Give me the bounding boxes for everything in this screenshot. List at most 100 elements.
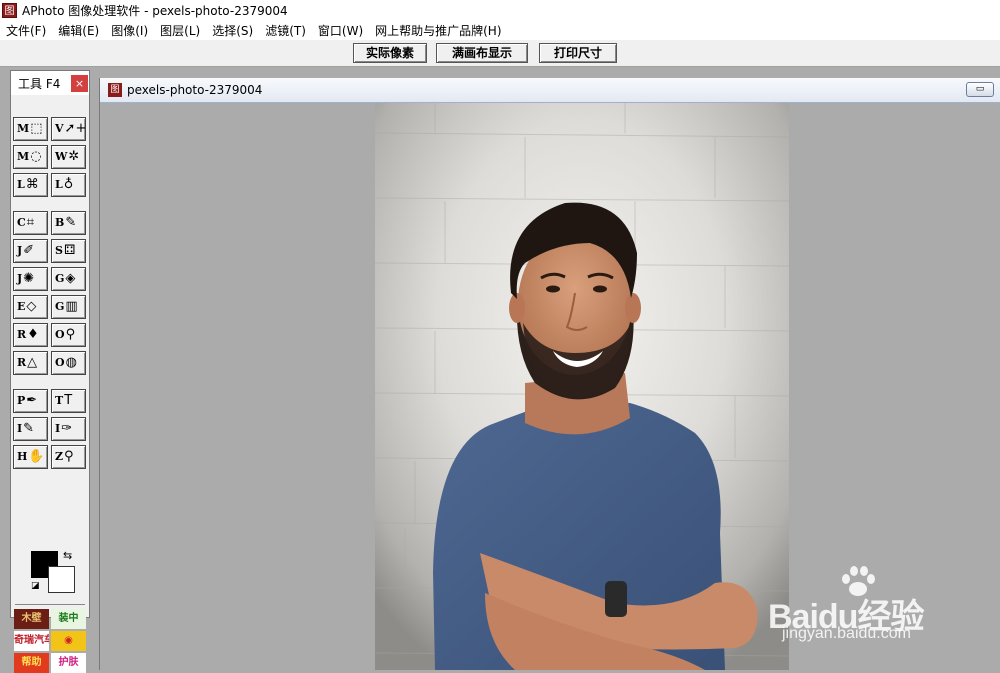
portrait-image	[375, 103, 789, 670]
tool-move[interactable]: V➚+	[51, 117, 86, 141]
tool-clone-stamp[interactable]: S⚃	[51, 239, 86, 263]
tool-shortcut-key: V	[55, 122, 64, 135]
dodge-icon: ⚲	[65, 327, 76, 342]
menu-edit[interactable]: 编辑(E)	[52, 22, 105, 39]
tool-shortcut-key: L	[17, 178, 25, 191]
tool-hand[interactable]: H✋	[13, 445, 48, 469]
tool-sponge[interactable]: O◍	[51, 351, 86, 375]
promo-link-2[interactable]: 奇瑞汽车	[14, 631, 49, 651]
background-color-swatch[interactable]	[48, 566, 75, 593]
tool-rect-marquee[interactable]: M⬚	[13, 117, 48, 141]
tool-poly-lasso[interactable]: L⌘	[13, 173, 48, 197]
tool-palette: 工具 F4 × M⬚ V➚+ M◌ W✲ L⌘ L♁ C⌗ B✎ J✐ S⚃ J✺ G◈ E◇ G▥ R♦ O…	[10, 70, 90, 673]
print-size-button[interactable]: 打印尺寸	[539, 43, 617, 63]
view-toolbar: 实际像素 满画布显示 打印尺寸	[0, 40, 1000, 67]
tool-shortcut-key: L	[55, 178, 63, 191]
hand-icon: ✋	[28, 449, 45, 464]
zoom-icon: ⚲	[64, 449, 74, 464]
tool-shortcut-key: B	[55, 216, 65, 229]
tool-shortcut-key: T	[55, 394, 64, 407]
eraser-icon: ◇	[26, 299, 37, 314]
watermark-url: jingyan.baidu.com	[782, 625, 911, 642]
spot-heal-icon: ✺	[23, 271, 35, 286]
tool-healing[interactable]: J✐	[13, 239, 48, 263]
ellipse-marquee-icon: ◌	[30, 149, 42, 164]
promo-link-5[interactable]: 护肤	[51, 653, 86, 673]
actual-pixels-button[interactable]: 实际像素	[353, 43, 427, 63]
document-title: pexels-photo-2379004	[127, 83, 263, 97]
menu-window[interactable]: 窗口(W)	[312, 22, 369, 39]
document-icon: 图	[108, 83, 122, 97]
promo-link-4[interactable]: 帮助	[14, 653, 49, 673]
clone-stamp-icon: ⚃	[63, 243, 76, 258]
default-colors-icon[interactable]: ◪	[31, 581, 40, 591]
lasso-icon: ♁	[63, 177, 74, 192]
menu-select[interactable]: 选择(S)	[206, 22, 259, 39]
fit-canvas-button[interactable]: 满画布显示	[436, 43, 528, 63]
eyedropper-icon: ✑	[61, 421, 73, 436]
close-icon[interactable]: ×	[71, 75, 88, 92]
tool-shortcut-key: C	[17, 216, 26, 229]
tool-shortcut-key: P	[17, 394, 26, 407]
tool-shortcut-key: G	[55, 272, 65, 285]
tool-shortcut-key: I	[17, 422, 23, 435]
tool-eyedropper[interactable]: I✑	[51, 417, 86, 441]
tool-gradient[interactable]: G▥	[51, 295, 86, 319]
gradient-icon: ▥	[65, 299, 78, 314]
tool-shortcut-key: Z	[55, 450, 64, 463]
sponge-icon: ◍	[65, 355, 77, 370]
pen-icon: ✒	[26, 393, 38, 408]
tool-sharpen[interactable]: R△	[13, 351, 48, 375]
swap-colors-icon[interactable]: ⇆	[63, 549, 72, 562]
menu-help[interactable]: 网上帮助与推广品牌(H)	[369, 22, 507, 39]
app-title: APhoto 图像处理软件 - pexels-photo-2379004	[22, 4, 288, 18]
promo-link-0[interactable]: 木壁	[14, 609, 49, 629]
tool-shortcut-key: H	[17, 450, 28, 463]
menu-filter[interactable]: 滤镜(T)	[259, 22, 312, 39]
promo-link-1[interactable]: 装中	[51, 609, 86, 629]
minimize-icon[interactable]: ▭	[966, 82, 994, 97]
tool-blur[interactable]: R♦	[13, 323, 48, 347]
tool-shortcut-key: J	[17, 272, 23, 285]
tool-brush[interactable]: B✎	[51, 211, 86, 235]
tool-measure[interactable]: I✎	[13, 417, 48, 441]
tool-shortcut-key: W	[55, 150, 68, 163]
menu-image[interactable]: 图像(I)	[105, 22, 154, 39]
tool-shortcut-key: J	[17, 244, 23, 257]
move-icon: ➚+	[64, 121, 86, 136]
tool-lasso[interactable]: L♁	[51, 173, 86, 197]
tool-paint-bucket[interactable]: G◈	[51, 267, 86, 291]
app-title-bar: 图 APhoto 图像处理软件 - pexels-photo-2379004	[0, 0, 1000, 21]
tool-spot-heal[interactable]: J✺	[13, 267, 48, 291]
tool-ellipse-marquee[interactable]: M◌	[13, 145, 48, 169]
document-title-bar[interactable]: 图 pexels-photo-2379004 ▭	[100, 78, 1000, 103]
measure-icon: ✎	[23, 421, 35, 436]
tool-magic-wand[interactable]: W✲	[51, 145, 86, 169]
tool-shortcut-key: O	[55, 356, 65, 369]
promo-link-3[interactable]: ◉	[51, 631, 86, 651]
tool-shortcut-key: G	[55, 300, 65, 313]
app-logo-icon: 图	[2, 3, 17, 18]
paint-bucket-icon: ◈	[65, 271, 76, 286]
tool-shortcut-key: M	[17, 150, 30, 163]
menu-file[interactable]: 文件(F)	[0, 22, 52, 39]
tool-shortcut-key: S	[55, 244, 63, 257]
menu-bar: 文件(F) 编辑(E) 图像(I) 图层(L) 选择(S) 滤镜(T) 窗口(W…	[0, 21, 1000, 41]
tool-palette-header[interactable]: 工具 F4 ×	[11, 71, 89, 95]
tool-eraser[interactable]: E◇	[13, 295, 48, 319]
tool-crop[interactable]: C⌗	[13, 211, 48, 235]
sharpen-icon: △	[27, 355, 38, 370]
poly-lasso-icon: ⌘	[25, 177, 39, 192]
tool-shortcut-key: R	[17, 328, 27, 341]
tool-zoom[interactable]: Z⚲	[51, 445, 86, 469]
brush-icon: ✎	[65, 215, 77, 230]
magic-wand-icon: ✲	[68, 149, 80, 164]
tool-shortcut-key: M	[17, 122, 30, 135]
tool-text[interactable]: TT	[51, 389, 86, 413]
tool-shortcut-key: E	[17, 300, 26, 313]
menu-layer[interactable]: 图层(L)	[154, 22, 206, 39]
tool-pen[interactable]: P✒	[13, 389, 48, 413]
crop-icon: ⌗	[26, 215, 35, 230]
tool-dodge[interactable]: O⚲	[51, 323, 86, 347]
photo-canvas[interactable]	[375, 103, 789, 670]
